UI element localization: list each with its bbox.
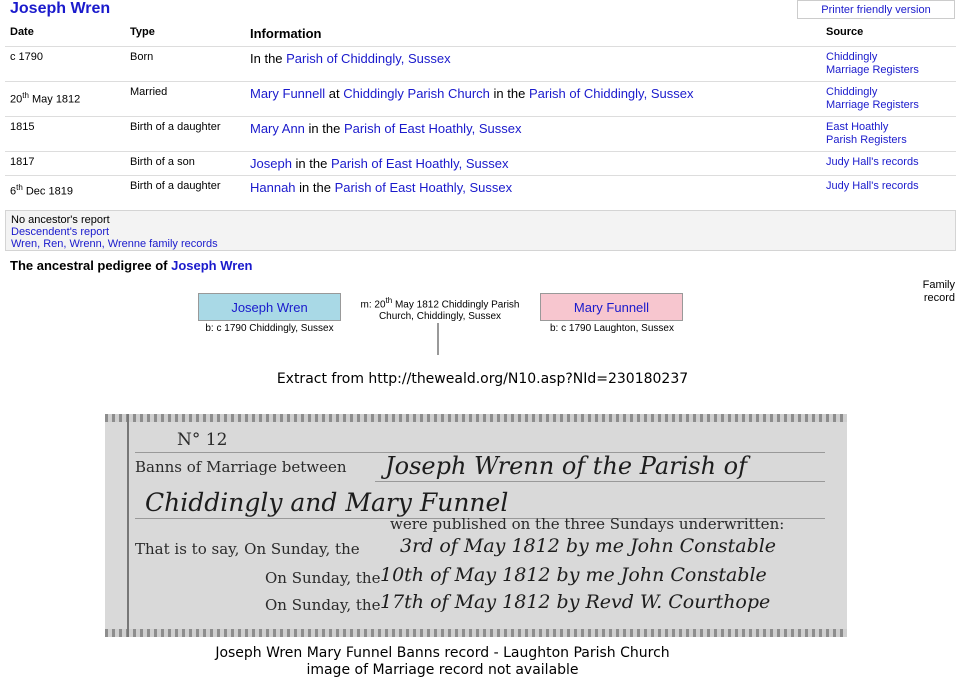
- row-information: In the Parish of Chiddingly, Sussex: [245, 46, 821, 82]
- source-link[interactable]: Parish Registers: [826, 134, 907, 146]
- row-information: Joseph in the Parish of East Hoathly, Su…: [245, 151, 821, 176]
- header-date: Date: [10, 26, 34, 38]
- family-records-link[interactable]: Wren, Ren, Wrenn, Wrenne family records: [11, 238, 950, 250]
- row-information: Mary Ann in the Parish of East Hoathly, …: [245, 116, 821, 152]
- no-ancestor-report-text: No ancestor's report: [11, 214, 110, 226]
- pedigree-heading: The ancestral pedigree of Joseph Wren: [10, 258, 253, 273]
- descendent-report-link[interactable]: Descendent's report: [11, 226, 950, 238]
- source-link[interactable]: Chiddingly: [826, 51, 877, 63]
- table-row: c 1790 Born In the Parish of Chiddingly,…: [5, 46, 956, 82]
- web-page-screenshot: Joseph Wren Printer friendly version Dat…: [0, 0, 965, 355]
- extract-caption: Extract from http://theweald.org/N10.asp…: [276, 371, 689, 387]
- header-information: Information: [250, 26, 322, 41]
- scan-top-border: [105, 414, 847, 422]
- banns-handwriting: Chiddingly and Mary Funnel: [145, 488, 509, 517]
- events-table: Date Type Information Source c 1790 Born…: [5, 20, 956, 208]
- sunday-print-line: On Sunday, the: [265, 596, 381, 614]
- info-text: in the: [291, 156, 331, 171]
- source-link[interactable]: Marriage Registers: [826, 99, 919, 111]
- info-text: In the: [250, 51, 287, 66]
- spouse-link[interactable]: Mary Funnell: [250, 86, 325, 101]
- row-type: Birth of a son: [125, 151, 245, 176]
- info-text: in the: [489, 86, 529, 101]
- row-source: Chiddingly Marriage Registers: [821, 46, 956, 82]
- row-type: Birth of a daughter: [125, 116, 245, 152]
- sunday-handwriting: 17th of May 1812 by Revd W. Courthope: [380, 591, 771, 613]
- wife-birth-info: b: c 1790 Laughton, Sussex: [550, 323, 674, 334]
- sunday-handwriting: 10th of May 1812 by me John Constable: [380, 564, 767, 586]
- source-link[interactable]: East Hoathly: [826, 121, 888, 133]
- row-date: 1817: [5, 151, 125, 176]
- row-date: 20th May 1812: [5, 81, 125, 117]
- reports-box: No ancestor's report Descendent's report…: [5, 210, 956, 251]
- info-text: in the: [304, 121, 344, 136]
- table-row: 20th May 1812 Married Mary Funnell at Ch…: [5, 81, 956, 117]
- row-information: Hannah in the Parish of East Hoathly, Su…: [245, 175, 821, 208]
- printer-friendly-button[interactable]: Printer friendly version: [797, 0, 955, 19]
- church-link[interactable]: Chiddingly Parish Church: [343, 86, 490, 101]
- banns-handwriting: Joseph Wrenn of the Parish of: [385, 452, 748, 480]
- table-row: 6th Dec 1819 Birth of a daughter Hannah …: [5, 175, 956, 208]
- header-source: Source: [826, 26, 864, 38]
- page-title[interactable]: Joseph Wren: [10, 0, 110, 18]
- row-type: Born: [125, 46, 245, 82]
- scan-margin-line: [127, 414, 129, 637]
- published-print-line: were published on the three Sundays unde…: [390, 515, 785, 533]
- banns-caption-line: image of Marriage record not available: [306, 662, 579, 678]
- row-source: Judy Hall's records: [821, 175, 956, 208]
- marriage-info: m: 20th May 1812 Chiddingly Parish Churc…: [360, 296, 520, 323]
- pedigree-person-link[interactable]: Joseph Wren: [171, 258, 252, 273]
- source-link[interactable]: Marriage Registers: [826, 64, 919, 76]
- child-link[interactable]: Joseph: [250, 156, 292, 171]
- place-link[interactable]: Parish of Chiddingly, Sussex: [286, 51, 451, 66]
- banns-caption-line: Joseph Wren Mary Funnel Banns record - L…: [215, 645, 670, 661]
- scan-bottom-border: [105, 629, 847, 637]
- table-header-row: Date Type Information Source: [5, 20, 956, 47]
- wife-name-link[interactable]: Mary Funnell: [574, 300, 649, 315]
- place-link[interactable]: Parish of East Hoathly, Sussex: [344, 121, 522, 136]
- row-date: c 1790: [5, 46, 125, 82]
- row-type: Birth of a daughter: [125, 175, 245, 208]
- sunday-handwriting: 3rd of May 1812 by me John Constable: [400, 535, 777, 557]
- sunday-print-line: That is to say, On Sunday, the: [135, 540, 360, 558]
- child-link[interactable]: Mary Ann: [250, 121, 305, 136]
- banns-print-line: Banns of Marriage between: [135, 458, 347, 476]
- descendant-connector-line: [437, 323, 439, 355]
- info-text: at: [325, 86, 344, 101]
- place-link[interactable]: Parish of East Hoathly, Sussex: [331, 156, 509, 171]
- banns-number: N° 12: [177, 430, 228, 450]
- sunday-print-line: On Sunday, the: [265, 569, 381, 587]
- row-source: East Hoathly Parish Registers: [821, 116, 956, 152]
- husband-box[interactable]: Joseph Wren: [198, 293, 341, 321]
- row-source: Judy Hall's records: [821, 151, 956, 176]
- place-link[interactable]: Parish of East Hoathly, Sussex: [335, 180, 513, 195]
- source-link[interactable]: Chiddingly: [826, 86, 877, 98]
- row-date: 6th Dec 1819: [5, 175, 125, 208]
- family-record-label[interactable]: Family record: [905, 279, 955, 305]
- husband-birth-info: b: c 1790 Chiddingly, Sussex: [205, 323, 334, 334]
- source-link[interactable]: Judy Hall's records: [826, 180, 919, 192]
- table-row: 1817 Birth of a son Joseph in the Parish…: [5, 151, 956, 176]
- row-date: 1815: [5, 116, 125, 152]
- husband-name-link[interactable]: Joseph Wren: [231, 300, 307, 315]
- banns-record-scan: N° 12 Banns of Marriage between Joseph W…: [105, 414, 847, 637]
- row-source: Chiddingly Marriage Registers: [821, 81, 956, 117]
- place-link[interactable]: Parish of Chiddingly, Sussex: [529, 86, 694, 101]
- wife-box[interactable]: Mary Funnell: [540, 293, 683, 321]
- child-link[interactable]: Hannah: [250, 180, 296, 195]
- row-information: Mary Funnell at Chiddingly Parish Church…: [245, 81, 821, 117]
- header-type: Type: [130, 26, 155, 38]
- info-text: in the: [295, 180, 335, 195]
- source-link[interactable]: Judy Hall's records: [826, 156, 919, 168]
- table-row: 1815 Birth of a daughter Mary Ann in the…: [5, 116, 956, 152]
- printer-friendly-link[interactable]: Printer friendly version: [821, 4, 930, 16]
- row-type: Married: [125, 81, 245, 117]
- banns-caption: Joseph Wren Mary Funnel Banns record - L…: [130, 645, 755, 679]
